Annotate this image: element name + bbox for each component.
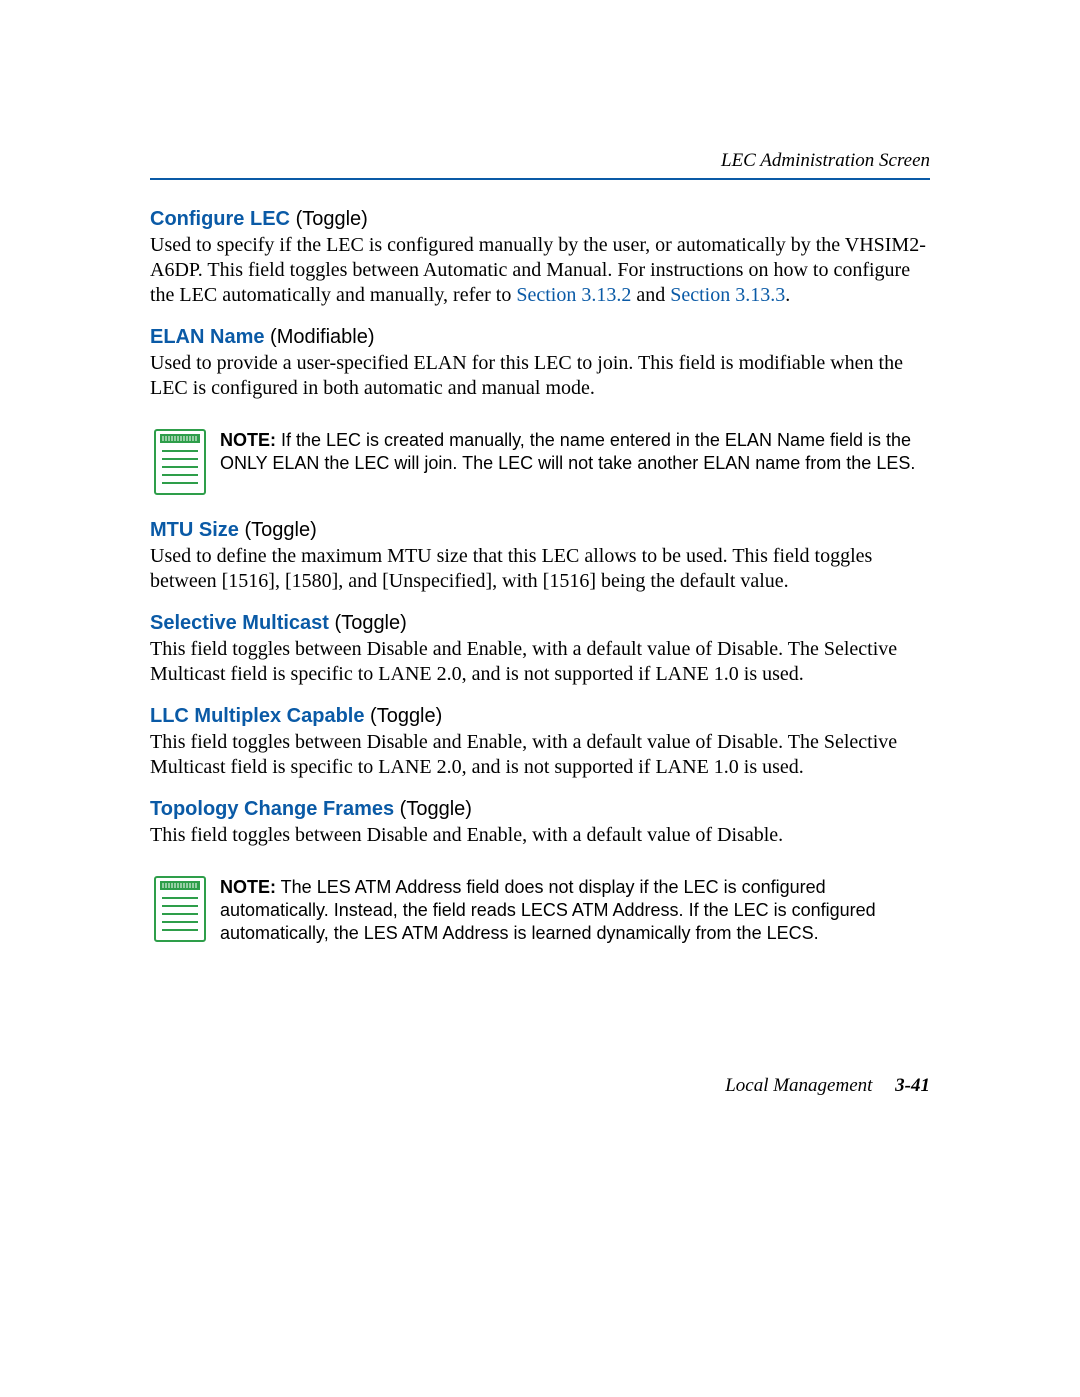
heading-title: Configure LEC (150, 208, 290, 230)
heading-paren: (Toggle) (400, 798, 472, 820)
body-llc-multiplex: This field toggles between Disable and E… (150, 730, 930, 780)
heading-title: MTU Size (150, 519, 239, 541)
body-mtu-size: Used to define the maximum MTU size that… (150, 544, 930, 594)
heading-elan-name: ELAN Name (Modifiable) (150, 326, 930, 349)
running-header: LEC Administration Screen (150, 150, 930, 172)
section-llc-multiplex: LLC Multiplex Capable (Toggle) This fiel… (150, 705, 930, 780)
heading-title: LLC Multiplex Capable (150, 705, 364, 727)
page-content: LEC Administration Screen Configure LEC … (0, 0, 1080, 955)
section-selective-multicast: Selective Multicast (Toggle) This field … (150, 612, 930, 687)
heading-title: ELAN Name (150, 326, 264, 348)
heading-paren: (Modifiable) (270, 326, 374, 348)
note-block: NOTE: If the LEC is created manually, th… (150, 419, 930, 505)
section-topology-change: Topology Change Frames (Toggle) This fie… (150, 798, 930, 848)
note-text: NOTE: The LES ATM Address field does not… (210, 876, 930, 945)
note-text: NOTE: If the LEC is created manually, th… (210, 429, 930, 475)
note-icon-wrap (150, 429, 210, 495)
heading-topology-change: Topology Change Frames (Toggle) (150, 798, 930, 821)
body-selective-multicast: This field toggles between Disable and E… (150, 637, 930, 687)
note-label: NOTE: (220, 877, 276, 897)
body-elan-name: Used to provide a user-specified ELAN fo… (150, 351, 930, 401)
page-footer: Local Management 3-41 (725, 1075, 930, 1097)
heading-selective-multicast: Selective Multicast (Toggle) (150, 612, 930, 635)
header-rule (150, 178, 930, 180)
section-elan-name: ELAN Name (Modifiable) Used to provide a… (150, 326, 930, 401)
heading-paren: (Toggle) (244, 519, 316, 541)
heading-paren: (Toggle) (335, 612, 407, 634)
heading-llc-multiplex: LLC Multiplex Capable (Toggle) (150, 705, 930, 728)
note-icon (154, 876, 206, 942)
heading-paren: (Toggle) (370, 705, 442, 727)
footer-page-number: 3-41 (895, 1075, 930, 1096)
footer-chapter: Local Management (725, 1075, 872, 1096)
body-topology-change: This field toggles between Disable and E… (150, 823, 930, 848)
note-icon-wrap (150, 876, 210, 942)
heading-configure-lec: Configure LEC (Toggle) (150, 208, 930, 231)
body-text-post: . (785, 284, 790, 306)
note-icon (154, 429, 206, 495)
note-body: The LES ATM Address field does not displ… (220, 877, 876, 943)
body-text-and: and (631, 284, 670, 306)
note-label: NOTE: (220, 430, 276, 450)
note-body: If the LEC is created manually, the name… (220, 430, 915, 473)
body-configure-lec: Used to specify if the LEC is configured… (150, 233, 930, 308)
xref-link[interactable]: Section 3.13.3 (670, 284, 785, 306)
heading-title: Topology Change Frames (150, 798, 394, 820)
note-block: NOTE: The LES ATM Address field does not… (150, 866, 930, 955)
heading-title: Selective Multicast (150, 612, 329, 634)
section-configure-lec: Configure LEC (Toggle) Used to specify i… (150, 208, 930, 308)
xref-link[interactable]: Section 3.13.2 (516, 284, 631, 306)
heading-mtu-size: MTU Size (Toggle) (150, 519, 930, 542)
section-mtu-size: MTU Size (Toggle) Used to define the max… (150, 519, 930, 594)
heading-paren-text: (Toggle) (296, 208, 368, 230)
